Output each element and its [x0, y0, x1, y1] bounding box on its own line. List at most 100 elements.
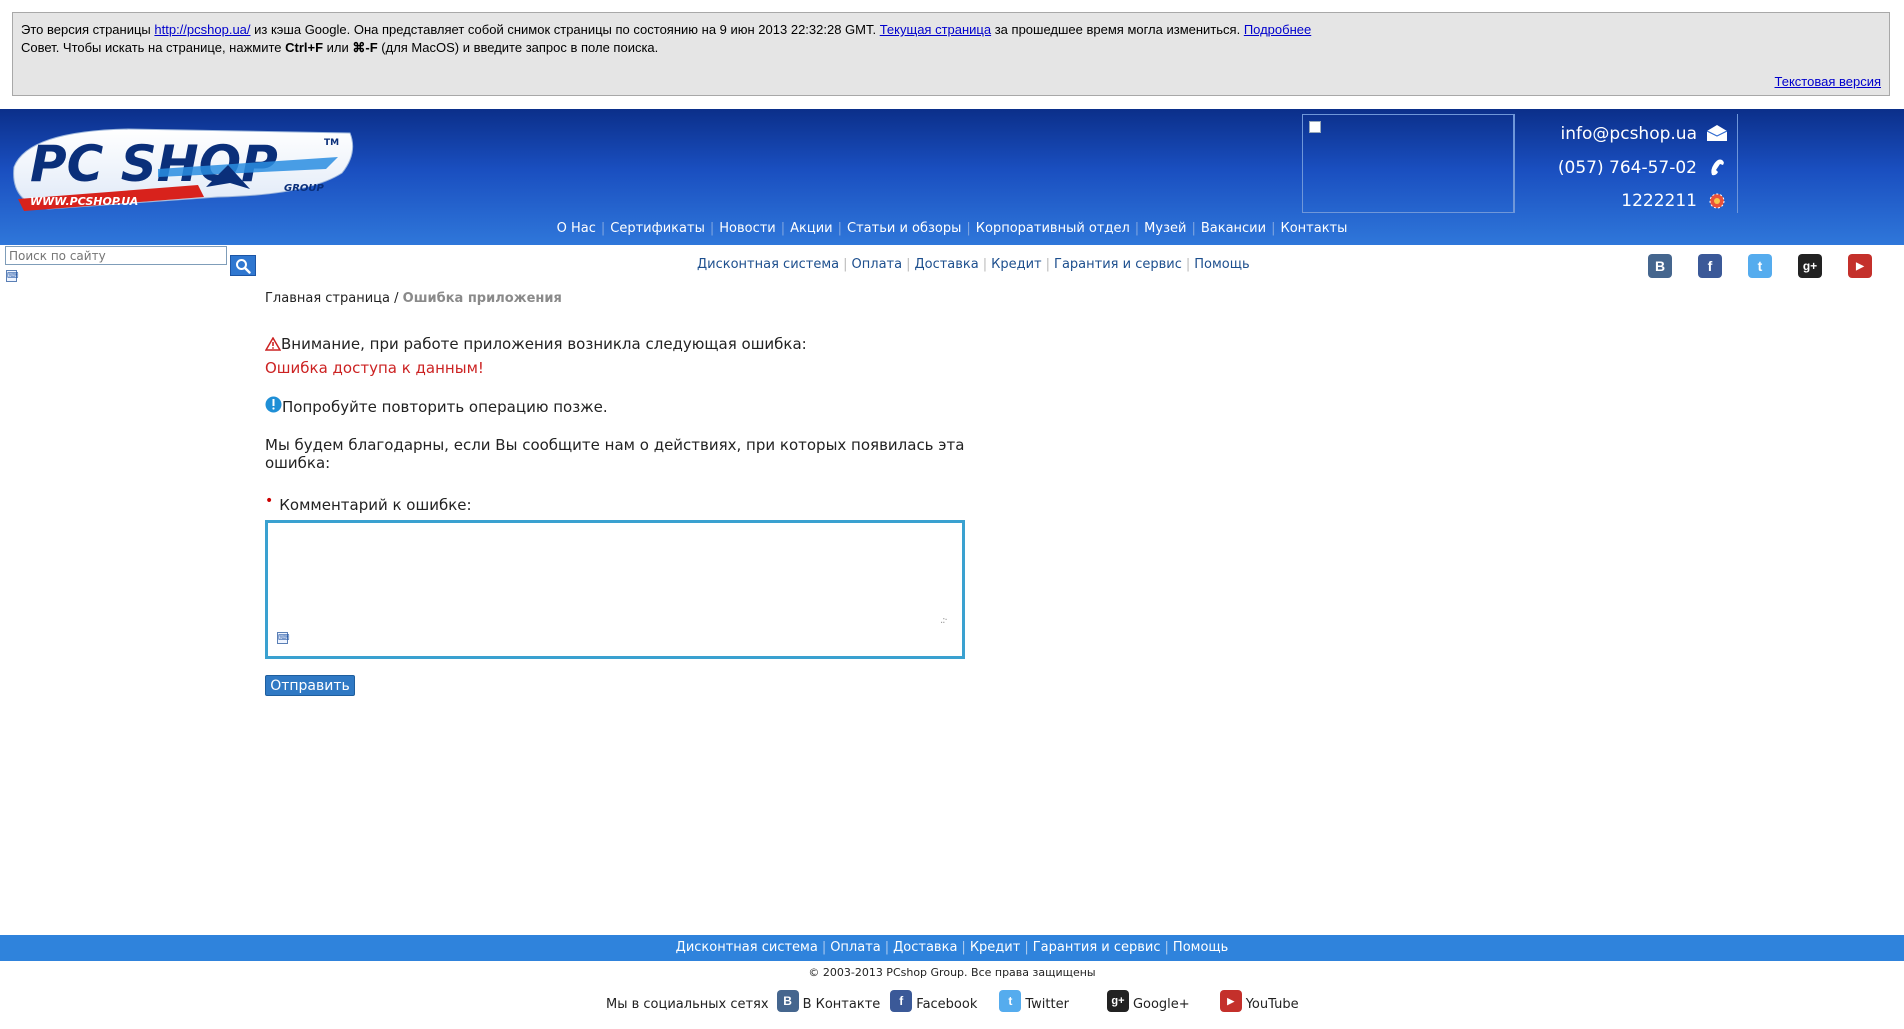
- cache-info-line: Это версия страницы http://pcshop.ua/ из…: [21, 21, 1881, 39]
- nav-separator: |: [1191, 221, 1196, 236]
- shortcut-key: ⌘-F: [352, 40, 378, 55]
- keyboard-layout-icon[interactable]: ⌨: [6, 270, 19, 282]
- cache-text: за прошедшее время могла измениться.: [991, 22, 1244, 37]
- contact-phone[interactable]: (057) 764-57-02: [1558, 155, 1729, 181]
- footer-nav-delivery[interactable]: Доставка: [893, 940, 957, 955]
- nav-separator: |: [966, 221, 971, 236]
- envelope-icon: [1705, 124, 1729, 144]
- footer-google-link[interactable]: g+ Google+: [1106, 990, 1190, 1012]
- nav-separator: |: [843, 257, 848, 272]
- breadcrumb-current: Ошибка приложения: [402, 291, 562, 306]
- nav-separator: |: [1164, 940, 1169, 955]
- tip-text: или: [323, 40, 353, 55]
- nav-separator: |: [1134, 221, 1140, 236]
- top-nav-news[interactable]: Новости: [719, 221, 776, 236]
- comment-label: • Комментарий к ошибке:: [265, 493, 472, 514]
- retry-message: Попробуйте повторить операцию позже.: [265, 396, 608, 416]
- top-nav-certificates[interactable]: Сертификаты: [610, 221, 705, 236]
- copyright: © 2003-2013 PCshop Group. Все права защи…: [808, 966, 1096, 979]
- footer-vk-label: В Контакте: [802, 997, 881, 1012]
- nav-separator: |: [1024, 940, 1029, 955]
- nav-separator: |: [982, 257, 988, 272]
- nav-separator: |: [1185, 257, 1191, 272]
- error-warning-text: Внимание, при работе приложения возникла…: [281, 335, 807, 353]
- tip-text: (для MacOS) и введите запрос в поле поис…: [377, 40, 659, 55]
- sub-nav-help[interactable]: Помощь: [1194, 257, 1249, 272]
- breadcrumb-home[interactable]: Главная страница: [265, 291, 390, 306]
- cache-text: из кэша Google. Она представляет собой с…: [250, 22, 880, 37]
- footer-nav-help[interactable]: Помощь: [1173, 940, 1228, 955]
- sub-nav: Дисконтная система | Оплата | Доставка | Креди…: [697, 257, 1250, 275]
- top-nav-promotions[interactable]: Акции: [790, 221, 833, 236]
- search-button[interactable]: [230, 255, 256, 276]
- retry-text: Попробуйте повторить операцию позже.: [282, 398, 608, 416]
- nav-separator: |: [1271, 221, 1276, 236]
- footer-nav-warranty[interactable]: Гарантия и сервис: [1033, 940, 1161, 955]
- twitter-icon: t: [999, 990, 1022, 1012]
- top-nav-vacancies[interactable]: Вакансии: [1201, 221, 1266, 236]
- submit-button[interactable]: Отправить: [265, 675, 355, 696]
- cache-tip-line: Совет. Чтобы искать на странице, нажмите…: [21, 39, 1881, 57]
- sub-nav-delivery[interactable]: Доставка: [914, 257, 978, 272]
- footer-facebook-link[interactable]: f Facebook: [890, 990, 977, 1012]
- footer-twitter-label: Twitter: [1025, 997, 1069, 1012]
- top-nav-articles[interactable]: Статьи и обзоры: [847, 221, 961, 236]
- breadcrumb: Главная страница / Ошибка приложения: [265, 291, 562, 306]
- resize-grip[interactable]: .:·: [940, 615, 948, 626]
- vk-icon: B: [776, 990, 799, 1012]
- thanks-message: Мы будем благодарны, если Вы сообщите на…: [265, 436, 965, 472]
- search-input[interactable]: [5, 246, 227, 265]
- comment-textarea[interactable]: [265, 520, 965, 659]
- nav-separator: |: [780, 221, 786, 236]
- youtube-icon[interactable]: ▶: [1848, 254, 1872, 278]
- top-nav-museum[interactable]: Музей: [1144, 221, 1186, 236]
- contact-email[interactable]: info@pcshop.ua: [1561, 121, 1729, 147]
- cached-url-link[interactable]: http://pcshop.ua/: [154, 22, 250, 37]
- tip-text: Совет. Чтобы искать на странице, нажмите: [21, 40, 286, 55]
- cache-text: Это версия страницы: [21, 22, 155, 37]
- footer-vk-link[interactable]: BВ Контакте: [776, 990, 881, 1012]
- phone-text: (057) 764-57-02: [1557, 158, 1697, 178]
- required-marker: •: [265, 493, 274, 509]
- phone-icon: [1705, 158, 1729, 178]
- nav-separator: |: [837, 221, 843, 236]
- broken-image-icon: [1309, 121, 1321, 133]
- comment-label-text: Комментарий к ошибке:: [279, 496, 472, 514]
- contact-icq[interactable]: 1222211: [1621, 188, 1729, 214]
- banner-placeholder[interactable]: [1302, 114, 1514, 213]
- icq-flower-icon: [1705, 191, 1729, 211]
- footer-youtube-link[interactable]: ▶ YouTube: [1219, 990, 1299, 1012]
- sub-nav-credit[interactable]: Кредит: [991, 257, 1042, 272]
- current-page-link[interactable]: Текущая страница: [880, 22, 991, 37]
- google-plus-icon[interactable]: g+: [1798, 254, 1822, 278]
- social-intro: Мы в социальных сетях: [606, 997, 769, 1012]
- text-version-link[interactable]: Текстовая версия: [1775, 74, 1881, 89]
- footer-twitter-link[interactable]: t Twitter: [999, 990, 1069, 1012]
- search-icon: [236, 258, 251, 274]
- footer-nav: Дисконтная система | Оплата | Доставка | Креди…: [0, 935, 1904, 961]
- footer-nav-credit[interactable]: Кредит: [970, 940, 1021, 955]
- error-detail: Ошибка доступа к данным!: [265, 359, 484, 377]
- footer-nav-payment[interactable]: Оплата: [830, 940, 881, 955]
- nav-separator: |: [709, 221, 715, 236]
- sub-nav-warranty[interactable]: Гарантия и сервис: [1054, 257, 1182, 272]
- google-plus-icon: g+: [1106, 990, 1129, 1012]
- top-nav-about[interactable]: О Нас: [557, 221, 596, 236]
- shortcut-key: Ctrl+F: [285, 40, 324, 55]
- logo-tm: TM: [324, 138, 339, 148]
- pcshop-logo[interactable]: PC SHOP WWW.PCSHOP.UA TM GROUP: [8, 123, 358, 215]
- footer-nav-discount[interactable]: Дисконтная система: [676, 940, 818, 955]
- facebook-icon[interactable]: f: [1698, 254, 1722, 278]
- footer-facebook-label: Facebook: [916, 997, 978, 1012]
- facebook-icon: f: [890, 990, 913, 1012]
- sub-nav-discount[interactable]: Дисконтная система: [697, 257, 839, 272]
- top-nav-contacts[interactable]: Контакты: [1280, 221, 1347, 236]
- more-info-link[interactable]: Подробнее: [1244, 22, 1311, 37]
- email-text: info@pcshop.ua: [1560, 124, 1697, 144]
- vk-icon[interactable]: B: [1648, 254, 1672, 278]
- nav-separator: |: [884, 940, 890, 955]
- sub-nav-payment[interactable]: Оплата: [852, 257, 903, 272]
- keyboard-layout-icon[interactable]: ⌨: [277, 632, 290, 644]
- twitter-icon[interactable]: t: [1748, 254, 1772, 278]
- top-nav-corporate[interactable]: Корпоративный отдел: [976, 221, 1130, 236]
